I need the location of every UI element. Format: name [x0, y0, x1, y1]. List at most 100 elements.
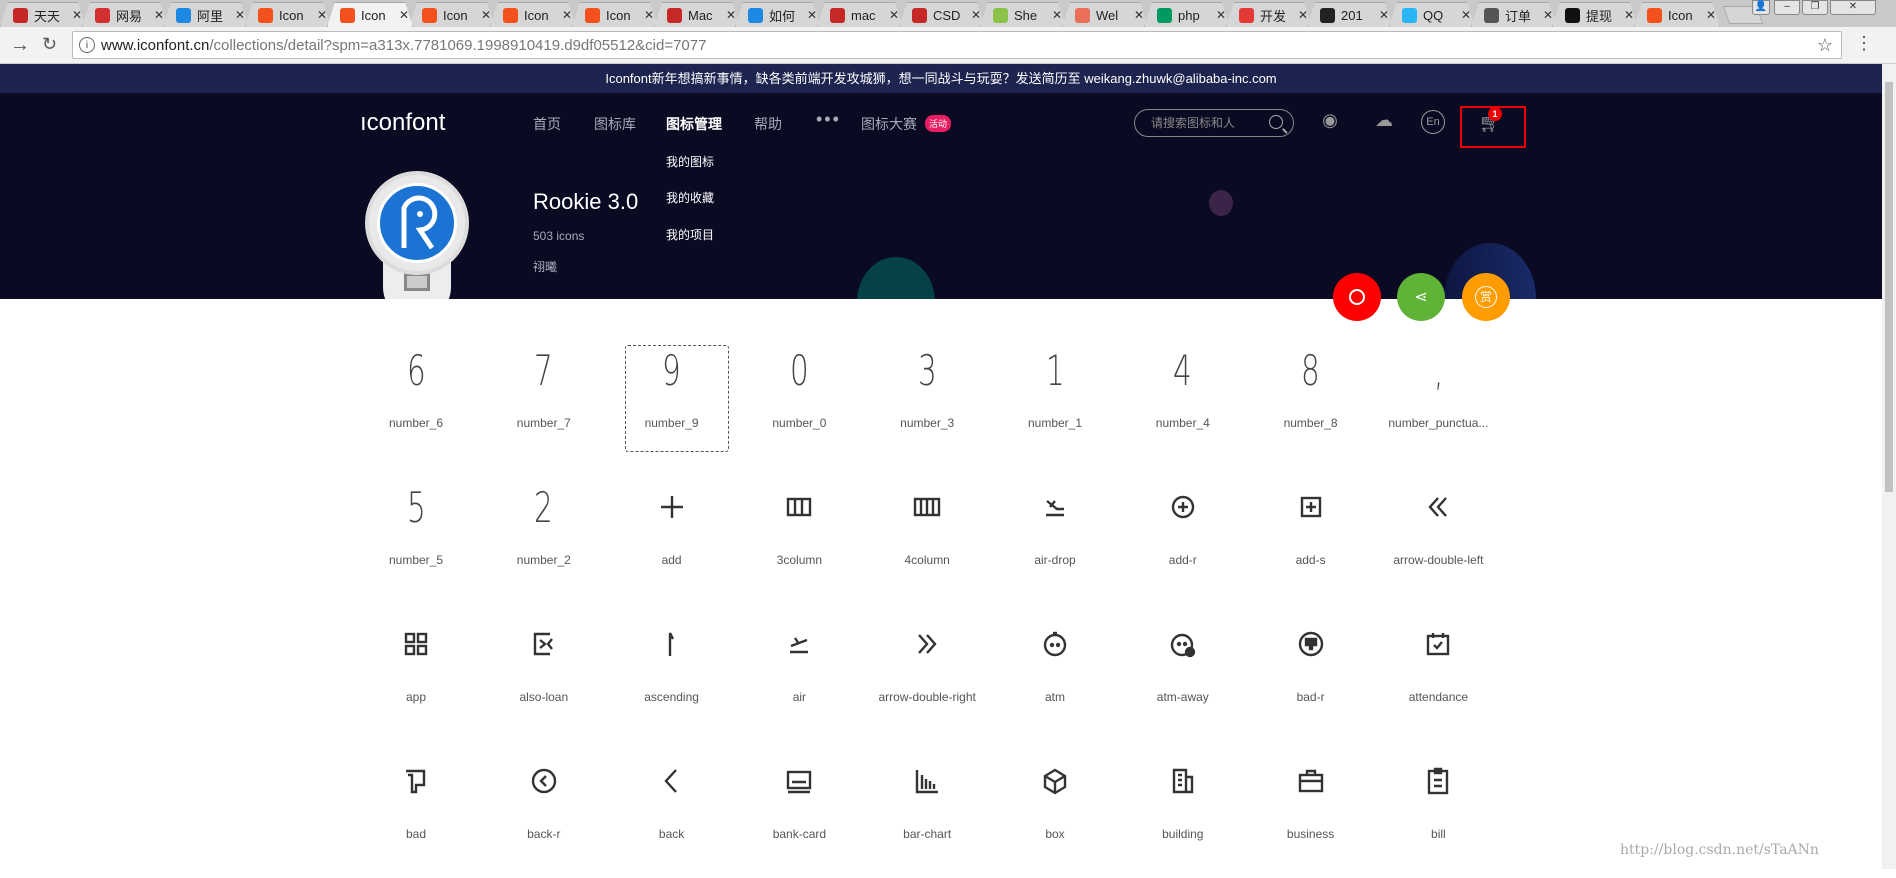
- browser-tab[interactable]: 如何 ✕: [735, 2, 821, 27]
- page-scrollbar[interactable]: [1882, 64, 1896, 869]
- share-fab-button[interactable]: ⋖: [1397, 273, 1445, 321]
- close-tab-icon[interactable]: ✕: [726, 8, 736, 22]
- browser-menu-icon[interactable]: ⋮: [1855, 33, 1873, 54]
- icon-item[interactable]: back-r: [480, 741, 608, 878]
- browser-tab[interactable]: 提现 ✕: [1552, 2, 1638, 27]
- icon-item[interactable]: 8 number_8: [1247, 330, 1375, 467]
- browser-tab[interactable]: Icon ✕: [327, 2, 413, 27]
- icon-item[interactable]: 7 number_7: [480, 330, 608, 467]
- close-tab-icon[interactable]: ✕: [971, 8, 981, 22]
- icon-item[interactable]: bank-card: [735, 741, 863, 878]
- url-input[interactable]: i www.iconfont.cn/collections/detail?spm…: [72, 31, 1842, 59]
- reload-icon[interactable]: ↻: [42, 34, 57, 55]
- reward-fab-button[interactable]: 赏: [1462, 273, 1510, 321]
- browser-tab[interactable]: QQ ✕: [1389, 2, 1475, 27]
- restore-button[interactable]: ❐: [1802, 0, 1828, 15]
- icon-item[interactable]: business: [1247, 741, 1375, 878]
- browser-tab[interactable]: 网易 ✕: [82, 2, 168, 27]
- browser-tab[interactable]: Mac ✕: [654, 2, 740, 27]
- icon-item[interactable]: also-loan: [480, 604, 608, 741]
- browser-tab[interactable]: 天天 ✕: [0, 2, 86, 27]
- nav-icon-contest[interactable]: 图标大赛: [861, 114, 917, 134]
- browser-tab[interactable]: Wel ✕: [1062, 2, 1148, 27]
- close-tab-icon[interactable]: ✕: [644, 8, 654, 22]
- dropdown-my-favorites[interactable]: 我的收藏: [666, 189, 714, 206]
- icon-item[interactable]: 9 number_9: [608, 330, 736, 467]
- icon-item[interactable]: building: [1119, 741, 1247, 878]
- icon-item[interactable]: 1 number_1: [991, 330, 1119, 467]
- icon-item[interactable]: air-drop: [991, 467, 1119, 604]
- nav-home[interactable]: 首页: [533, 114, 561, 134]
- icon-item[interactable]: 6 number_6: [352, 330, 480, 467]
- browser-tab[interactable]: 阿里 ✕: [163, 2, 249, 27]
- icon-item[interactable]: box: [991, 741, 1119, 878]
- nav-help[interactable]: 帮助: [754, 114, 782, 134]
- forward-icon[interactable]: →: [10, 34, 30, 57]
- close-tab-icon[interactable]: ✕: [317, 8, 327, 22]
- upload-cloud-icon[interactable]: ☁: [1371, 110, 1397, 136]
- nav-icon-management[interactable]: 图标管理: [666, 114, 722, 134]
- icon-item[interactable]: add: [608, 467, 736, 604]
- close-tab-icon[interactable]: ✕: [562, 8, 572, 22]
- icon-item[interactable]: arrow-double-right: [863, 604, 991, 741]
- bookmark-star-icon[interactable]: ☆: [1817, 35, 1833, 56]
- browser-tab[interactable]: Icon ✕: [1634, 2, 1720, 27]
- icon-item[interactable]: 5 number_5: [352, 467, 480, 604]
- info-icon[interactable]: i: [79, 37, 95, 53]
- browser-tab[interactable]: php ✕: [1144, 2, 1230, 27]
- icon-item[interactable]: atm: [991, 604, 1119, 741]
- close-tab-icon[interactable]: ✕: [235, 8, 245, 22]
- iconfont-logo[interactable]: ıconfont: [360, 109, 445, 137]
- icon-item[interactable]: 4 number_4: [1119, 330, 1247, 467]
- github-icon[interactable]: ◉: [1317, 110, 1343, 136]
- nav-icon-library[interactable]: 图标库: [594, 114, 636, 134]
- icon-item[interactable]: ascending: [608, 604, 736, 741]
- close-tab-icon[interactable]: ✕: [154, 8, 164, 22]
- icon-item[interactable]: add-s: [1247, 467, 1375, 604]
- close-tab-icon[interactable]: ✕: [1052, 8, 1062, 22]
- language-en-icon[interactable]: En: [1421, 110, 1445, 134]
- dropdown-my-projects[interactable]: 我的项目: [666, 226, 714, 243]
- dropdown-my-icons[interactable]: 我的图标: [666, 153, 714, 170]
- close-tab-icon[interactable]: ✕: [481, 8, 491, 22]
- user-profile-button[interactable]: 👤: [1752, 0, 1770, 15]
- icon-item[interactable]: back: [608, 741, 736, 878]
- icon-item[interactable]: bill: [1374, 741, 1502, 878]
- icon-item[interactable]: bar-chart: [863, 741, 991, 878]
- browser-tab[interactable]: 开发 ✕: [1226, 2, 1312, 27]
- browser-tab[interactable]: Icon ✕: [245, 2, 331, 27]
- close-tab-icon[interactable]: ✕: [1134, 8, 1144, 22]
- icon-item[interactable]: 0 number_0: [735, 330, 863, 467]
- close-tab-icon[interactable]: ✕: [1624, 8, 1634, 22]
- browser-tab[interactable]: She ✕: [980, 2, 1066, 27]
- icon-item[interactable]: 3column: [735, 467, 863, 604]
- search-fab-button[interactable]: [1333, 273, 1381, 321]
- close-tab-icon[interactable]: ✕: [1461, 8, 1471, 22]
- search-input[interactable]: 请搜索图标和人: [1134, 109, 1294, 137]
- close-tab-icon[interactable]: ✕: [72, 8, 82, 22]
- browser-tab[interactable]: 201 ✕: [1307, 2, 1393, 27]
- icon-item[interactable]: , number_punctua...: [1374, 330, 1502, 467]
- icon-item[interactable]: 2 number_2: [480, 467, 608, 604]
- icon-item[interactable]: arrow-double-left: [1374, 467, 1502, 604]
- close-tab-icon[interactable]: ✕: [1216, 8, 1226, 22]
- icon-item[interactable]: bad-r: [1247, 604, 1375, 741]
- browser-tab[interactable]: Icon ✕: [409, 2, 495, 27]
- close-tab-icon[interactable]: ✕: [1543, 8, 1553, 22]
- browser-tab[interactable]: mac ✕: [817, 2, 903, 27]
- browser-tab[interactable]: CSD ✕: [899, 2, 985, 27]
- close-tab-icon[interactable]: ✕: [807, 8, 817, 22]
- close-tab-icon[interactable]: ✕: [1298, 8, 1308, 22]
- icon-item[interactable]: add-r: [1119, 467, 1247, 604]
- browser-tab[interactable]: Icon ✕: [572, 2, 658, 27]
- icon-item[interactable]: app: [352, 604, 480, 741]
- search-icon[interactable]: [1269, 115, 1283, 129]
- browser-tab[interactable]: Icon ✕: [490, 2, 576, 27]
- close-tab-icon[interactable]: ✕: [399, 8, 409, 22]
- icon-item[interactable]: attendance: [1374, 604, 1502, 741]
- browser-tab[interactable]: 订单 ✕: [1471, 2, 1557, 27]
- close-tab-icon[interactable]: ✕: [1706, 8, 1716, 22]
- icon-item[interactable]: air: [735, 604, 863, 741]
- collection-author[interactable]: 祤曦: [533, 258, 557, 275]
- icon-item[interactable]: atm-away: [1119, 604, 1247, 741]
